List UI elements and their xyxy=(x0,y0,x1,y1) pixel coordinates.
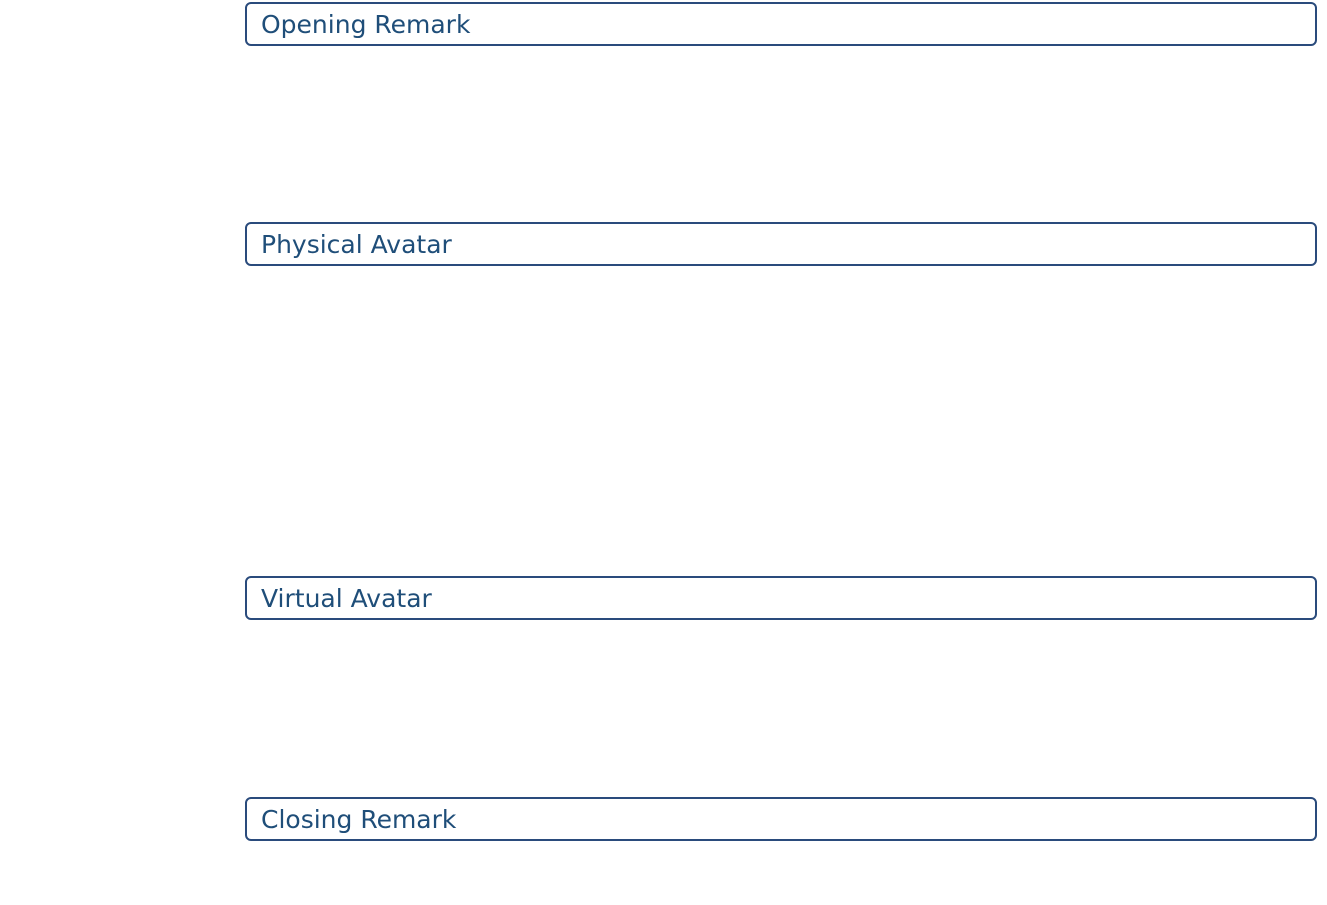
section-header-virtual-avatar[interactable]: Virtual Avatar xyxy=(245,576,1317,620)
section-header-closing-remark[interactable]: Closing Remark xyxy=(245,797,1317,841)
section-header-opening-remark[interactable]: Opening Remark xyxy=(245,2,1317,46)
section-label: Physical Avatar xyxy=(261,229,452,259)
section-label: Opening Remark xyxy=(261,9,471,39)
section-header-physical-avatar[interactable]: Physical Avatar xyxy=(245,222,1317,266)
section-label: Closing Remark xyxy=(261,804,457,834)
section-label: Virtual Avatar xyxy=(261,583,432,613)
agenda-page: Opening Remark Physical Avatar Virtual A… xyxy=(0,0,1327,905)
